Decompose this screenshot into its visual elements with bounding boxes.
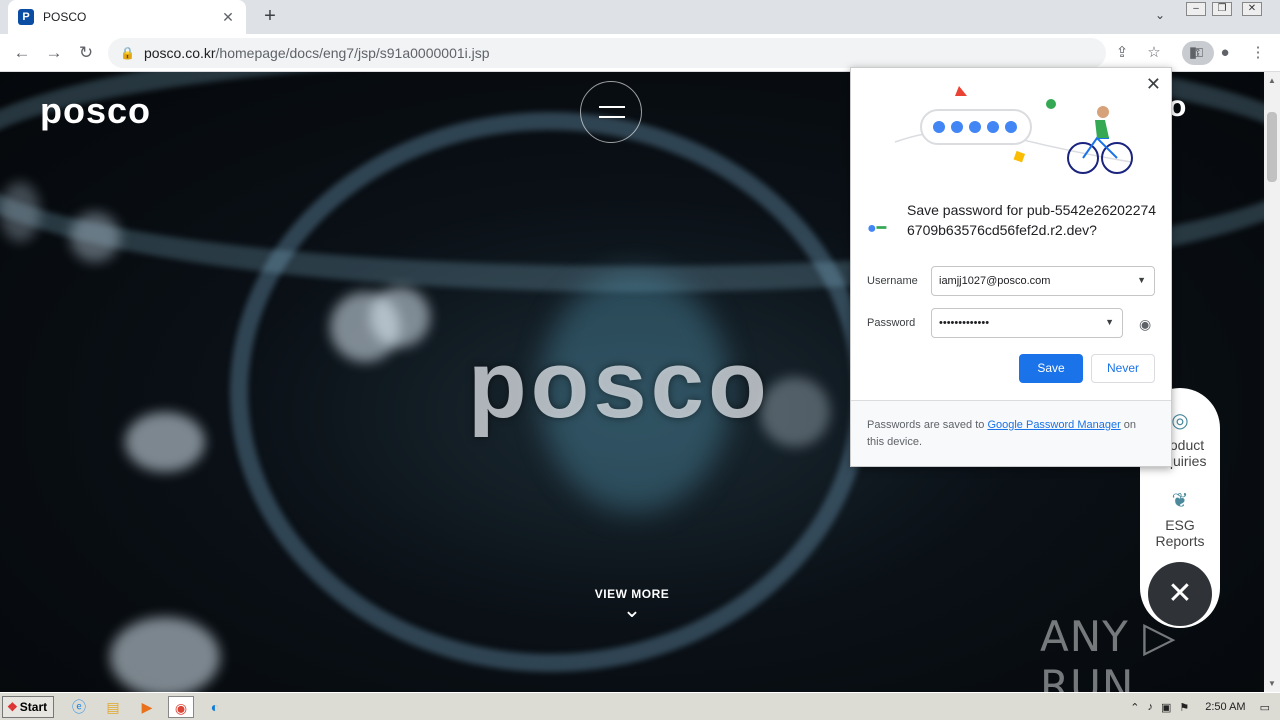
restore-button[interactable]: ❐ — [1212, 2, 1232, 16]
google-password-manager-link[interactable]: Google Password Manager — [987, 419, 1120, 431]
show-password-eye-icon[interactable]: ◉ — [1139, 316, 1151, 333]
google-key-icon: ●━ — [867, 220, 887, 237]
anyrun-watermark: ANY ▷ RUN — [1040, 612, 1177, 692]
chevron-down-icon: ⌄ — [622, 597, 642, 622]
show-desktop-icon[interactable]: ▭ — [1260, 701, 1270, 714]
posco-favicon-icon: P — [18, 9, 34, 25]
username-label: Username — [867, 275, 918, 287]
scrollbar-thumb[interactable] — [1267, 112, 1277, 182]
network-icon[interactable]: ▣ — [1161, 701, 1171, 714]
internet-explorer-icon[interactable]: ⓔ — [66, 696, 92, 718]
username-value: iamjj1027@posco.com — [939, 275, 1051, 287]
password-field[interactable]: ••••••••••••• ▼ — [931, 308, 1123, 338]
bokeh-decoration — [370, 287, 430, 347]
tab-close-icon[interactable]: ✕ — [220, 9, 236, 26]
never-button[interactable]: Never — [1091, 354, 1155, 383]
browser-tab[interactable]: P POSCO ✕ — [8, 0, 246, 34]
forward-arrow-icon[interactable]: → — [42, 41, 66, 65]
username-field[interactable]: iamjj1027@posco.com ▼ — [931, 266, 1155, 296]
url-text: posco.co.kr/homepage/docs/eng7/jsp/s91a0… — [144, 45, 490, 61]
minimize-button[interactable]: – — [1186, 2, 1206, 16]
start-button[interactable]: ❖ Start — [2, 696, 54, 718]
sprout-icon: ❦ — [1171, 490, 1189, 512]
posco-logo[interactable]: posco — [40, 90, 151, 132]
menu-line-icon — [599, 106, 625, 108]
hero-posco-logo: posco — [468, 331, 771, 438]
bokeh-decoration — [110, 617, 220, 692]
dropdown-caret-icon[interactable]: ▼ — [1105, 317, 1114, 327]
media-player-icon[interactable]: ▶ — [134, 696, 160, 718]
dialog-close-icon[interactable]: ✕ — [1146, 74, 1161, 95]
bokeh-decoration — [70, 212, 120, 262]
menu-line-icon — [599, 116, 625, 118]
password-illustration — [894, 86, 1133, 174]
clock[interactable]: 2:50 AM — [1205, 701, 1245, 713]
hamburger-menu-button[interactable] — [580, 81, 642, 143]
url-path: /homepage/docs/eng7/jsp/s91a0000001i.jsp — [215, 45, 490, 61]
page-scrollbar[interactable]: ▲ ▼ — [1264, 72, 1280, 692]
chrome-icon[interactable]: ◉ — [168, 696, 194, 718]
bokeh-decoration — [0, 182, 40, 242]
volume-icon[interactable]: ♪ — [1147, 701, 1153, 713]
new-tab-button[interactable]: + — [258, 6, 282, 28]
back-arrow-icon[interactable]: ← — [10, 41, 34, 65]
share-icon[interactable]: ⇪ — [1110, 41, 1134, 65]
tab-search-chevron-icon[interactable]: ⌄ — [1150, 8, 1170, 26]
password-label: Password — [867, 317, 916, 329]
flag-notification-icon[interactable]: ⚑ — [1179, 701, 1189, 714]
profile-avatar-icon[interactable]: ● — [1213, 41, 1237, 65]
tray-expand-icon[interactable]: ⌃ — [1130, 701, 1139, 714]
file-explorer-icon[interactable]: ▤ — [100, 696, 126, 718]
save-button[interactable]: Save — [1019, 354, 1083, 383]
lock-icon[interactable]: 🔒 — [120, 46, 135, 60]
bokeh-decoration — [125, 412, 205, 472]
esg-reports-label: ESG Reports — [1155, 517, 1205, 549]
windows-taskbar: ❖ Start ⓔ ▤ ▶ ◉ ◐ ⌃ ♪ ▣ ⚑ 2:50 AM ▭ — [0, 692, 1280, 720]
window-close-button[interactable]: ✕ — [1242, 2, 1262, 16]
dropdown-caret-icon[interactable]: ▼ — [1137, 275, 1146, 285]
scroll-down-arrow-icon[interactable]: ▼ — [1268, 679, 1276, 688]
tab-title: POSCO — [43, 10, 87, 24]
windows-flag-icon: ❖ — [7, 700, 18, 714]
scroll-up-arrow-icon[interactable]: ▲ — [1268, 76, 1276, 85]
reload-icon[interactable]: ↻ — [74, 41, 98, 65]
edge-icon[interactable]: ◐ — [202, 696, 228, 718]
menu-kebab-icon[interactable]: ⋮ — [1246, 41, 1270, 65]
footer-text-prefix: Passwords are saved to — [867, 419, 988, 431]
side-panel-icon[interactable]: ▮ — [1181, 41, 1205, 65]
tab-strip: P POSCO ✕ + ⌄ – ❐ ✕ — [0, 0, 1280, 34]
save-password-dialog: ✕ ●━ Save password for pub-5542e26202274… — [850, 67, 1172, 467]
start-label: Start — [19, 700, 48, 714]
dialog-title: Save password for pub-5542e262022746709b… — [907, 202, 1157, 238]
esg-reports-button[interactable]: ❦ ESG Reports — [1140, 488, 1220, 549]
system-tray: ⌃ ♪ ▣ ⚑ 2:50 AM ▭ — [1104, 695, 1280, 719]
url-host: posco.co.kr — [143, 45, 216, 61]
view-more-button[interactable]: VIEW MORE ⌄ — [580, 587, 684, 622]
address-bar[interactable]: 🔒 posco.co.kr/homepage/docs/eng7/jsp/s91… — [108, 38, 1214, 68]
dialog-footer: Passwords are saved to Google Password M… — [851, 400, 1171, 466]
bookmark-star-icon[interactable]: ☆ — [1142, 41, 1166, 65]
password-value: ••••••••••••• — [939, 317, 990, 329]
